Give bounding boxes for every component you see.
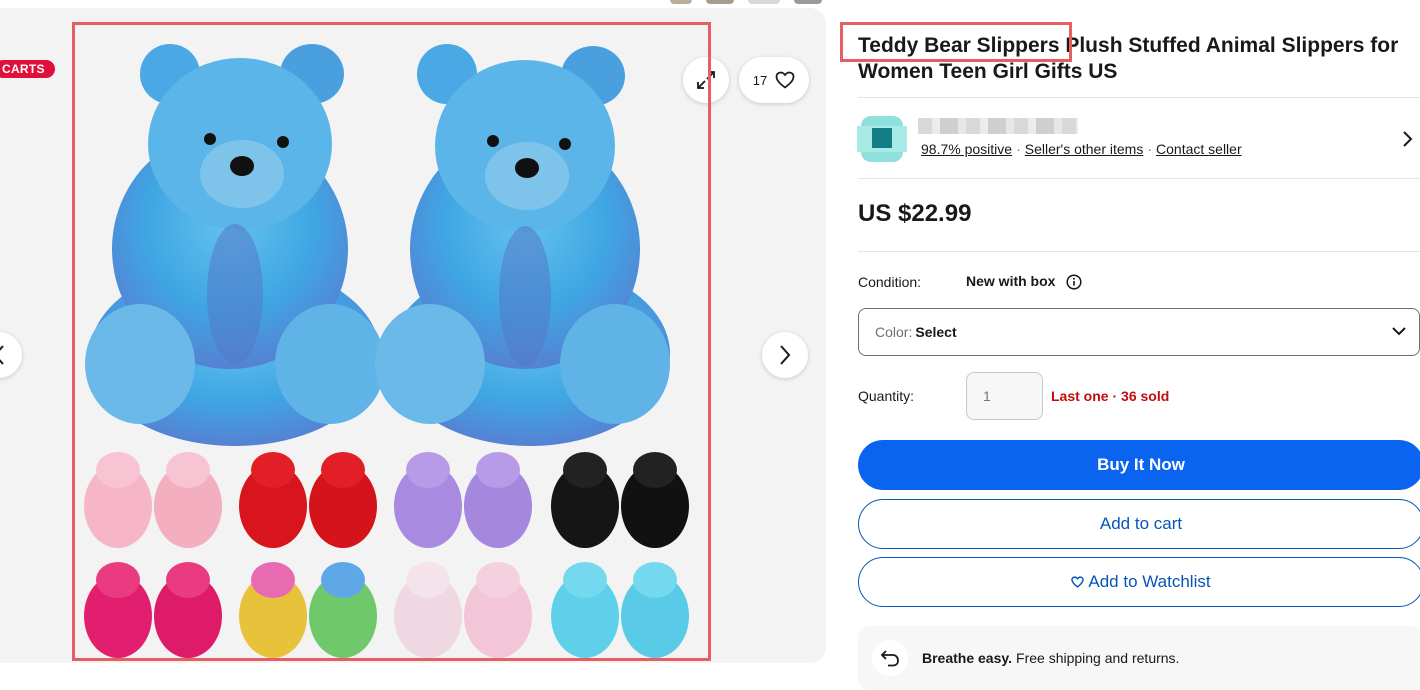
quantity-label: Quantity: [858, 388, 915, 404]
thumbnail-strip[interactable] [670, 0, 822, 4]
seller-avatar[interactable] [855, 112, 909, 166]
separator-dot: · [1147, 141, 1153, 157]
condition-value: New with box [966, 273, 1056, 289]
seller-links: 98.7% positive · Seller's other items · Cont… [921, 141, 1242, 157]
condition-label: Condition: [858, 274, 922, 290]
chevron-down-icon [1392, 327, 1406, 336]
seller-feedback-link[interactable]: 98.7% positive [921, 141, 1012, 157]
color-select[interactable]: Color: Select [858, 308, 1420, 356]
return-arrow-icon [872, 640, 908, 676]
next-image-button[interactable] [762, 332, 808, 378]
add-to-watchlist-button[interactable]: Add to Watchlist [858, 557, 1420, 607]
chevron-right-icon [1403, 131, 1413, 147]
separator-dot: · [1016, 141, 1021, 157]
free-returns-text: Free shipping and returns. [1016, 650, 1180, 666]
product-image[interactable] [80, 34, 705, 662]
seller-expand-button[interactable] [1402, 130, 1414, 153]
item-title: Teddy Bear Slippers Plush Stuffed Animal… [858, 34, 1399, 83]
heart-icon [1071, 576, 1085, 588]
free-returns-strong: Breathe easy. [922, 650, 1013, 666]
image-gallery: CARTS 17 [0, 8, 826, 663]
divider [858, 178, 1420, 179]
seller-name-blurred[interactable] [918, 118, 1078, 134]
promo-badge: CARTS [0, 60, 55, 78]
quantity-input[interactable] [966, 372, 1043, 420]
expand-image-button[interactable] [683, 57, 729, 103]
add-to-watchlist-label: Add to Watchlist [1088, 572, 1211, 591]
divider [858, 251, 1420, 252]
seller-other-items-link[interactable]: Seller's other items [1025, 141, 1144, 157]
availability-text: Last one [1051, 388, 1109, 404]
chevron-left-icon [0, 345, 4, 365]
teddy-slippers-photo [80, 34, 705, 662]
sold-count: 36 sold [1121, 388, 1170, 404]
watch-count-button[interactable]: 17 [739, 57, 809, 103]
divider [858, 97, 1420, 98]
info-icon [1066, 274, 1082, 290]
add-to-cart-button[interactable]: Add to cart [858, 499, 1420, 549]
heart-icon [775, 71, 795, 89]
condition-info-button[interactable] [1066, 274, 1082, 295]
previous-image-button[interactable] [0, 332, 22, 378]
chevron-right-icon [780, 345, 791, 365]
item-price: US $22.99 [858, 200, 972, 227]
separator-dot: · [1112, 388, 1118, 404]
color-select-value: Select [915, 324, 957, 340]
avatar-image [857, 116, 907, 162]
color-select-label: Color: [875, 324, 913, 340]
expand-icon [697, 71, 715, 89]
free-returns-banner: Breathe easy. Free shipping and returns. [858, 626, 1420, 690]
watch-count: 17 [752, 72, 768, 88]
buy-it-now-button[interactable]: Buy It Now [858, 440, 1420, 490]
stock-status: Last one · 36 sold [1051, 388, 1169, 404]
contact-seller-link[interactable]: Contact seller [1156, 141, 1242, 157]
